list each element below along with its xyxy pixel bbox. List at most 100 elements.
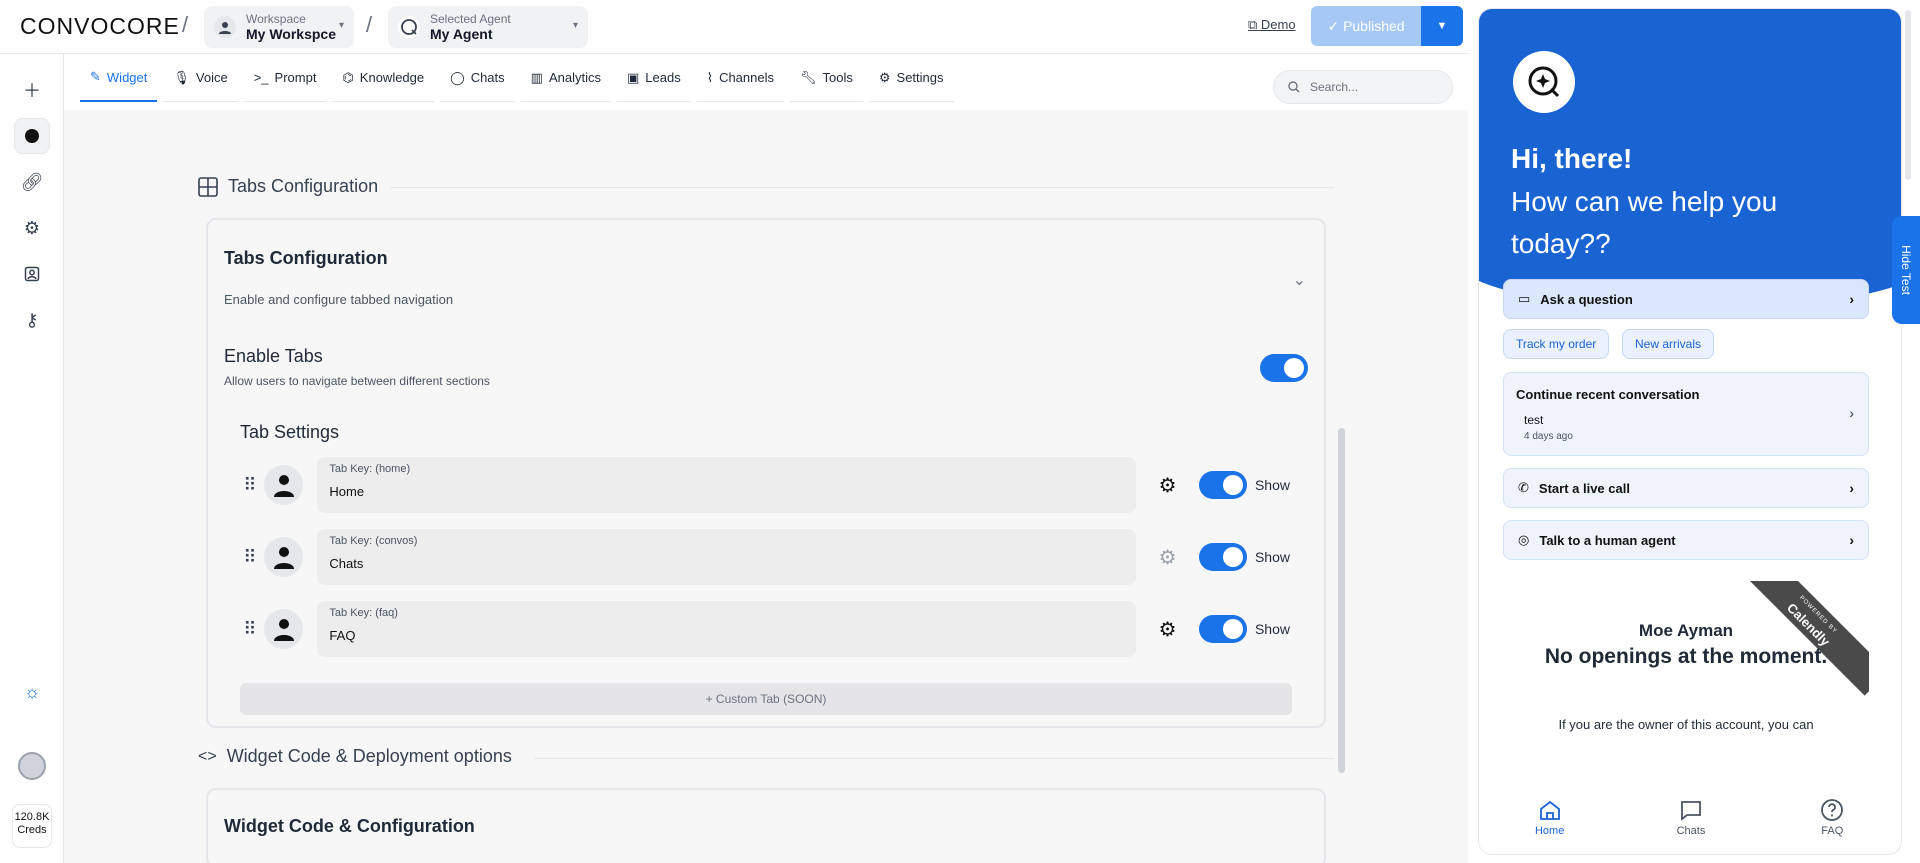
show-label: Show [1254,621,1290,637]
bar-chart-icon: ▥ [530,69,543,85]
agent-icon [1528,66,1560,98]
code-icon: <> [198,747,217,765]
tab-avatar[interactable] [263,609,304,649]
enable-tabs-toggle[interactable] [1260,354,1308,382]
widget-icon: ✎ [90,69,101,84]
drag-handle-icon[interactable]: ⠿ [240,619,260,640]
tab-settings[interactable]: ⚙ Settings [868,54,954,102]
search-placeholder: Search... [1310,80,1359,94]
brain-icon: ⌬ [342,69,354,85]
workspace-selector[interactable]: Workspace My Workspce ▾ [204,6,354,48]
drag-handle-icon[interactable]: ⠿ [240,475,260,496]
search-input[interactable]: Search... [1273,70,1453,104]
tab-prompt[interactable]: >_ Prompt [243,54,327,102]
tab-show-toggle[interactable] [1199,471,1247,499]
section-header-deployment: <> Widget Code & Deployment options [198,746,512,767]
widget-nav-chats[interactable]: Chats [1651,798,1731,837]
brand-logo[interactable]: CONVOCORE [20,13,180,40]
drag-handle-icon[interactable]: ⠿ [240,547,260,568]
widget-nav-faq[interactable]: FAQ [1792,798,1872,837]
recent-name: test [1524,413,1544,427]
nav-label: FAQ [1821,824,1844,837]
agent-tabs: ✎ Widget 🎙︎ Voice >_ Prompt ⌬ Knowledge ◯ Cha… [80,54,960,102]
tab-label: Leads [645,70,681,85]
widget-code-card: Widget Code & Configuration [206,788,1326,863]
widget-greeting: Hi, there! [1511,143,1633,174]
contact-icon: ▣ [626,69,640,85]
tab-avatar[interactable] [263,465,304,505]
tab-analytics[interactable]: ▥ Analytics [520,54,611,102]
tab-channels[interactable]: ⌇ Channels [696,54,784,102]
tab-avatar[interactable] [263,537,304,577]
nav-label: Chats [1676,824,1706,837]
publish-dropdown-button[interactable]: ▼ [1421,6,1463,46]
tab-settings-button[interactable]: ⚙ [1156,473,1180,497]
top-bar: CONVOCORE / Workspace My Workspce ▾ / Se… [0,0,1468,54]
widget-preview: Hi, there! How can we help you today?? ▭… [1478,8,1902,855]
chevron-right-icon: › [1849,405,1854,421]
chevron-right-icon: › [1849,532,1854,548]
integrations-nav-button[interactable]: 🔗︎ [14,164,50,200]
main-scrollbar[interactable] [1338,428,1345,773]
wrench-icon: 🔧︎ [800,69,817,85]
collapse-chevron-icon[interactable]: ⌄ [1293,270,1306,290]
credits-value: 120.8K [14,811,50,823]
agents-nav-button[interactable] [14,118,50,154]
tab-widget[interactable]: ✎ Widget [80,54,158,102]
tab-name-field[interactable]: Tab Key: (home) Home [317,457,1136,513]
check-icon: ✓ [1327,17,1344,34]
tab-chats[interactable]: ◯ Chats [440,54,515,102]
publish-button-group: ✓ Published ▼ [1311,6,1463,46]
live-call-button[interactable]: ✆ Start a live call › [1503,468,1869,508]
tab-name-field[interactable]: Tab Key: (faq) FAQ [317,601,1136,657]
grid-icon [198,176,218,197]
tab-settings-button[interactable]: ⚙ [1156,545,1180,569]
tab-name-value: Home [329,484,365,499]
chevron-down-icon: ▾ [338,20,344,31]
ask-label: Ask a question [1540,291,1633,307]
recent-conversation-card[interactable]: Continue recent conversation test 4 days… [1503,372,1869,456]
widget-nav-home[interactable]: Home [1510,798,1590,837]
tab-label: Chats [470,70,505,85]
custom-tab-button[interactable]: + Custom Tab (SOON) [240,683,1292,715]
tab-tools[interactable]: 🔧︎ Tools [790,54,863,102]
theme-toggle-button[interactable]: ☼ [14,674,50,710]
human-agent-button[interactable]: ◎ Talk to a human agent › [1503,520,1869,560]
tab-voice[interactable]: 🎙︎ Voice [163,54,238,102]
credits-badge[interactable]: 120.8K Creds [12,804,52,848]
api-keys-nav-button[interactable]: ⚷ [14,302,50,338]
ask-question-button[interactable]: ▭ Ask a question › [1503,279,1869,319]
profile-avatar[interactable] [14,748,50,784]
section-divider [390,187,1334,188]
tab-name-field[interactable]: Tab Key: (convos) Chats [317,529,1136,585]
demo-link[interactable]: ⧉ Demo [1248,17,1296,33]
quick-reply-chip[interactable]: New arrivals [1622,329,1715,359]
key-icon: ⚷ [25,309,39,330]
tab-key-label: Tab Key: (home) [329,463,411,475]
tab-label: Prompt [274,70,317,85]
new-agent-button[interactable]: ＋ [14,72,50,108]
tab-name-value: Chats [329,556,364,571]
home-icon [1539,800,1560,820]
published-label: Published [1343,18,1405,34]
calendly-name: Moe Ayman [1638,621,1734,640]
quick-reply-chip[interactable]: Track my order [1503,329,1610,359]
tab-show-toggle[interactable] [1199,615,1247,643]
tab-label: Widget [106,69,148,85]
plus-icon: ＋ [23,81,41,101]
link-icon: 🔗︎ [20,171,44,192]
tab-label: Voice [195,70,228,85]
hide-test-button[interactable]: Hide Test [1892,216,1920,324]
agent-selector[interactable]: Selected Agent My Agent ▾ [388,6,588,48]
settings-nav-button[interactable]: ⚙ [14,210,50,246]
tab-settings-button[interactable]: ⚙ [1156,617,1180,641]
tab-show-toggle[interactable] [1199,543,1247,571]
tab-leads[interactable]: ▣ Leads [616,54,691,102]
preview-scrollbar[interactable] [1905,10,1911,180]
published-button[interactable]: ✓ Published [1311,6,1421,46]
tab-knowledge[interactable]: ⌬ Knowledge [332,54,435,102]
enable-tabs-title: Enable Tabs [224,346,323,366]
contacts-nav-button[interactable] [14,256,50,292]
recent-date: 4 days ago [1524,431,1573,442]
tab-settings-title: Tab Settings [240,422,340,442]
